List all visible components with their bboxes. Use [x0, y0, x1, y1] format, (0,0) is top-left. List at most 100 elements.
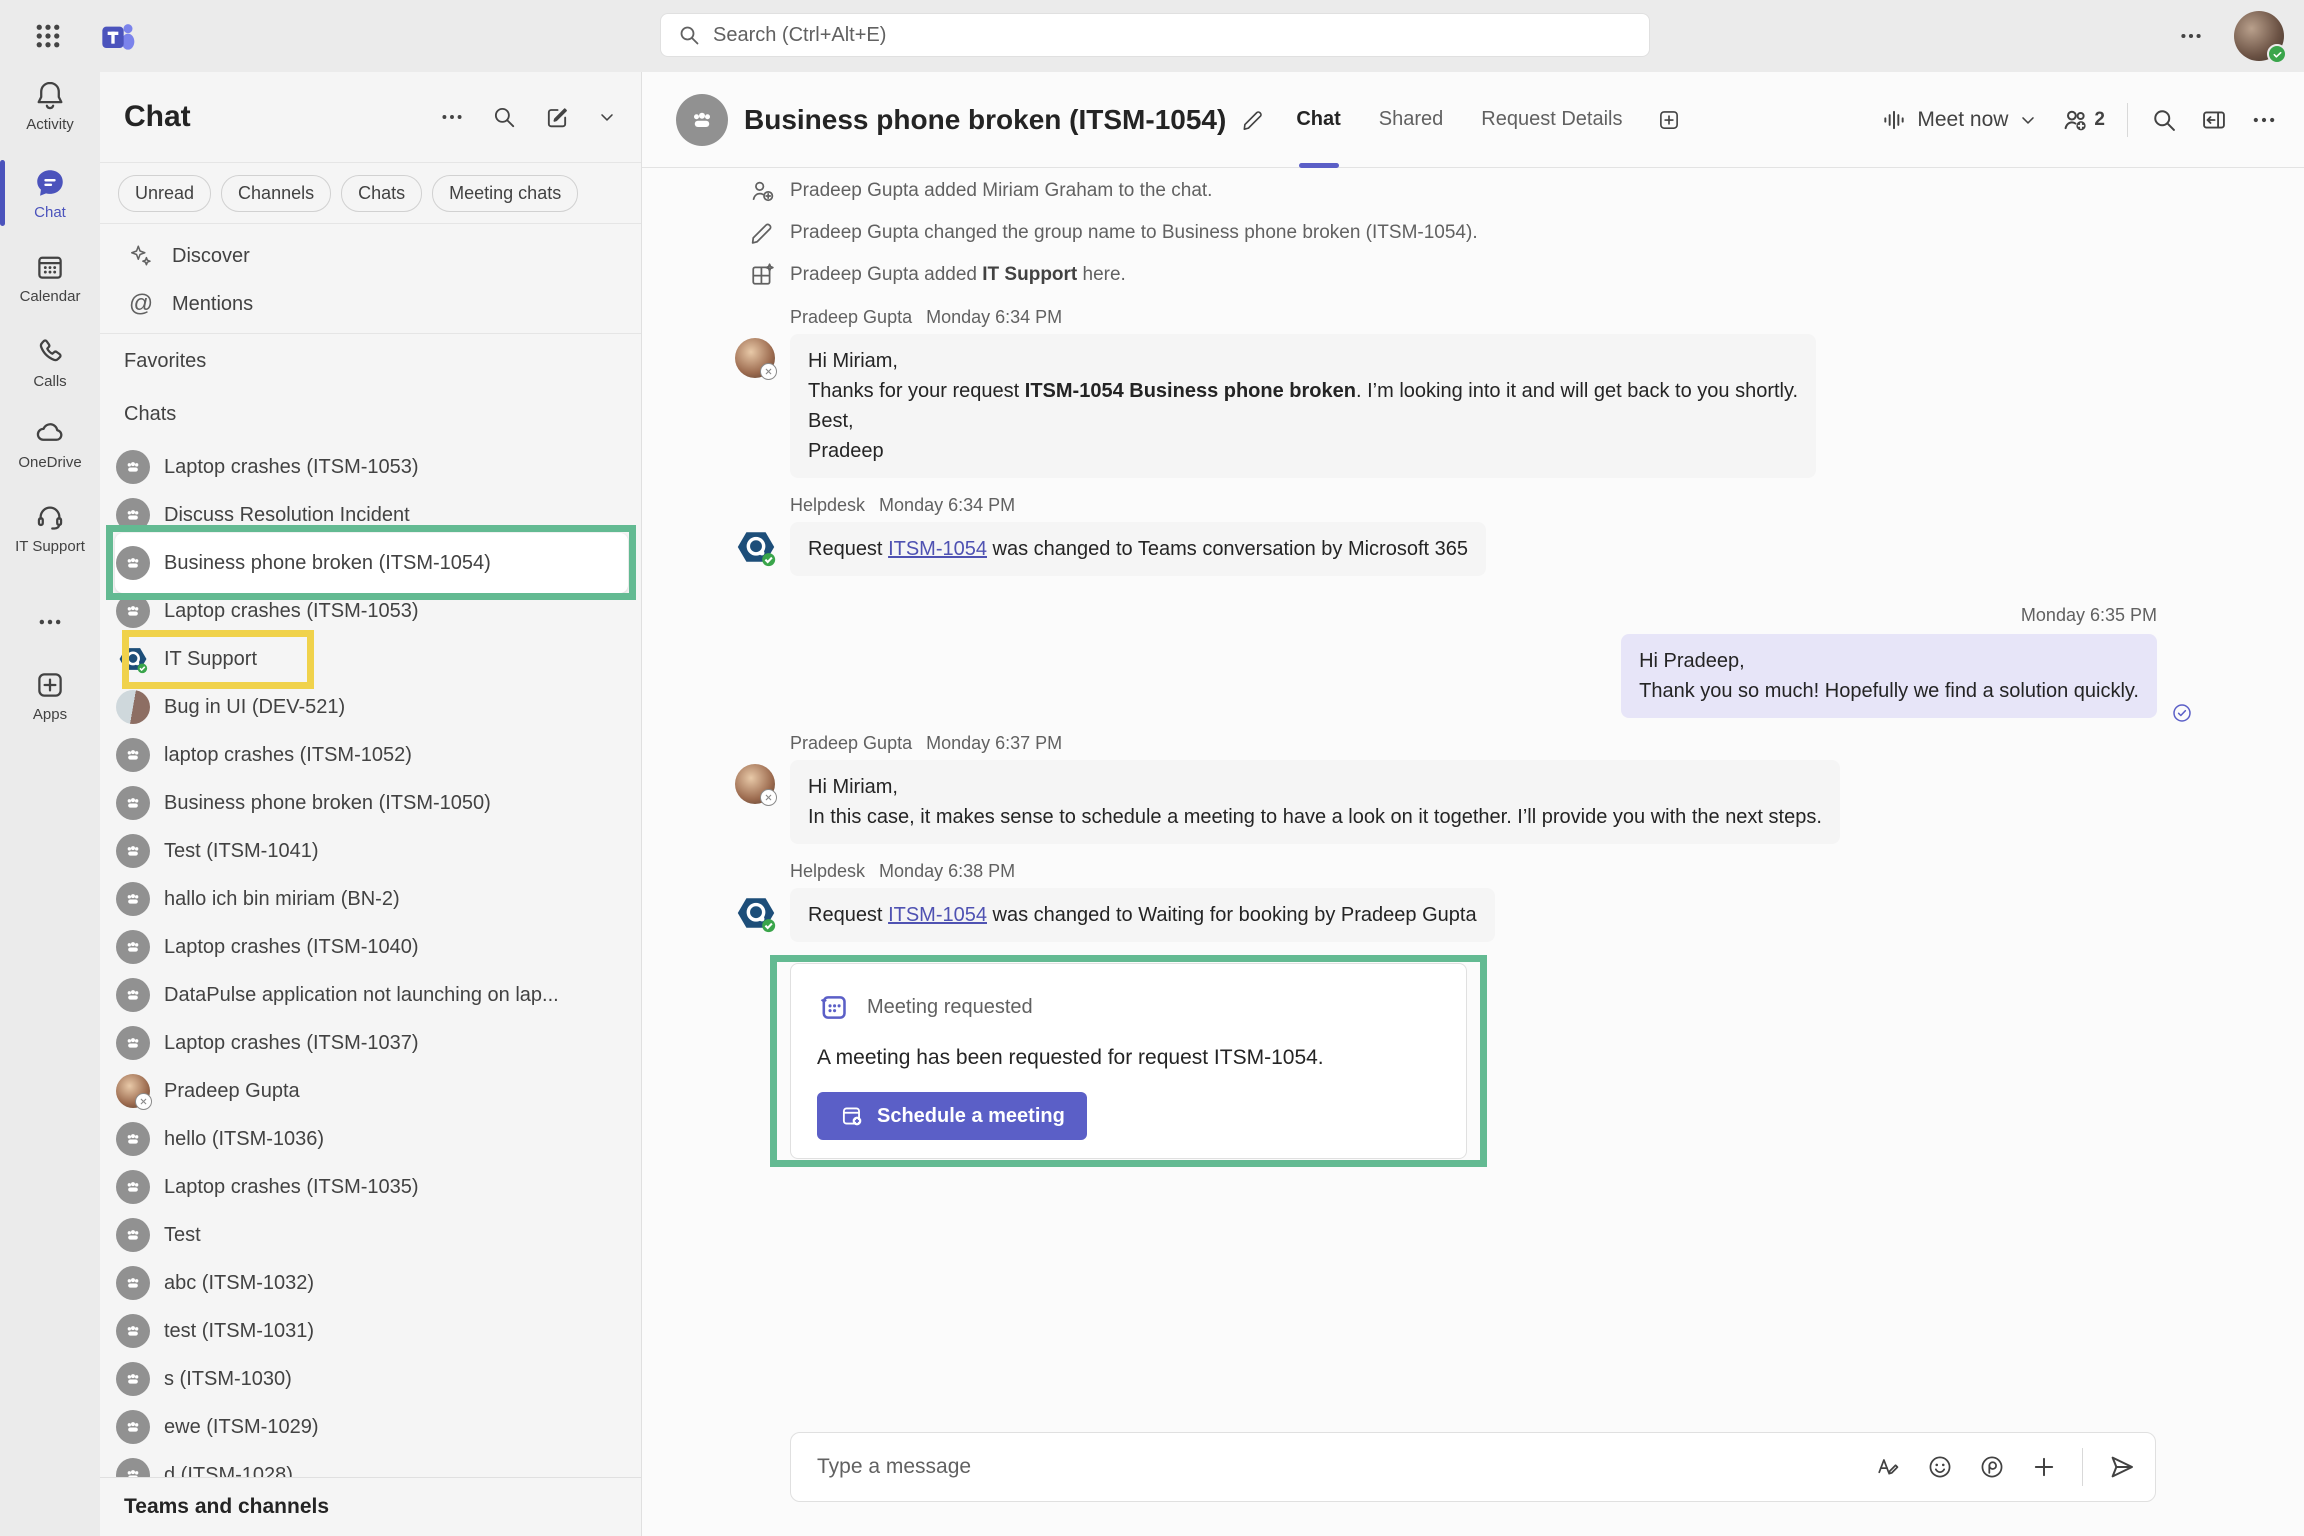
- rail-item-onedrive[interactable]: OneDrive: [0, 416, 100, 471]
- group-avatar: [116, 594, 150, 628]
- new-chat-chevron-icon[interactable]: [597, 107, 617, 127]
- group-avatar: [116, 450, 150, 484]
- search-icon: [677, 23, 701, 47]
- helpdesk-bot-avatar[interactable]: [733, 524, 779, 570]
- search-in-chat-icon[interactable]: [2150, 106, 2178, 134]
- meet-now-button[interactable]: Meet now: [1881, 107, 2038, 133]
- send-icon[interactable]: [2107, 1452, 2137, 1482]
- chat-icon: [33, 166, 67, 200]
- message-bubble[interactable]: Request ITSM-1054 was changed to Waiting…: [790, 888, 1495, 942]
- search-input[interactable]: [713, 24, 1633, 47]
- duo-photo-avatar: [116, 690, 150, 724]
- chat-pane: Business phone broken (ITSM-1054) Chat S…: [642, 72, 2304, 1536]
- chat-list-item[interactable]: Discuss Resolution Incident: [100, 491, 640, 539]
- tab-chat[interactable]: Chat: [1296, 72, 1340, 168]
- rail-item-apps[interactable]: Apps: [0, 668, 100, 723]
- presence-offline-badge: [760, 363, 777, 380]
- rail-label: OneDrive: [18, 454, 81, 471]
- open-side-pane-icon[interactable]: [2200, 106, 2228, 134]
- chat-list-item[interactable]: Bug in UI (DEV-521): [100, 683, 640, 731]
- rail-item-activity[interactable]: Activity: [0, 78, 100, 133]
- request-link[interactable]: ITSM-1054: [888, 538, 987, 560]
- message-bubble[interactable]: Hi Miriam, Thanks for your request ITSM-…: [790, 334, 1816, 478]
- chat-list-item[interactable]: abc (ITSM-1032): [100, 1259, 640, 1307]
- bot-avatar: [116, 642, 150, 676]
- chat-list-item-selected[interactable]: Business phone broken (ITSM-1054): [100, 539, 640, 587]
- rail-item-chat[interactable]: Chat: [0, 166, 100, 221]
- sender-avatar[interactable]: [735, 764, 775, 804]
- chat-list-item[interactable]: ewe (ITSM-1029): [100, 1403, 640, 1451]
- chat-list-item[interactable]: Laptop crashes (ITSM-1037): [100, 1019, 640, 1067]
- group-avatar: [116, 1458, 150, 1477]
- filter-pill-chats[interactable]: Chats: [341, 175, 422, 212]
- request-link[interactable]: ITSM-1054: [888, 904, 987, 926]
- chat-list-item[interactable]: laptop crashes (ITSM-1052): [100, 731, 640, 779]
- chat-more-icon[interactable]: [2250, 106, 2278, 134]
- group-avatar: [116, 1314, 150, 1348]
- rail-item-calendar[interactable]: Calendar: [0, 250, 100, 305]
- chat-title: Business phone broken (ITSM-1054): [744, 104, 1226, 136]
- sidebar-item-label: Discover: [172, 245, 250, 268]
- attach-plus-icon[interactable]: [2030, 1453, 2058, 1481]
- message-meta: Pradeep Gupta Monday 6:34 PM: [790, 307, 1062, 328]
- chat-list-item[interactable]: Laptop crashes (ITSM-1040): [100, 923, 640, 971]
- chat-list-item[interactable]: DataPulse application not launching on l…: [100, 971, 640, 1019]
- global-search[interactable]: [660, 13, 1650, 57]
- chat-list-item[interactable]: Laptop crashes (ITSM-1053): [100, 587, 640, 635]
- format-icon[interactable]: [1874, 1453, 1902, 1481]
- chats-section-header[interactable]: Chats: [124, 403, 176, 426]
- chat-list-item[interactable]: Business phone broken (ITSM-1050): [100, 779, 640, 827]
- sidebar-item-discover[interactable]: Discover: [100, 232, 641, 280]
- group-chat-avatar[interactable]: [676, 94, 728, 146]
- sidebar-item-mentions[interactable]: @ Mentions: [100, 280, 641, 328]
- chat-filter-more-icon[interactable]: [439, 104, 465, 130]
- app-launcher-icon[interactable]: [30, 18, 66, 54]
- emoji-icon[interactable]: [1926, 1453, 1954, 1481]
- group-avatar: [116, 1410, 150, 1444]
- participants-button[interactable]: 2: [2060, 105, 2105, 135]
- chat-list-item[interactable]: Laptop crashes (ITSM-1053): [100, 443, 640, 491]
- schedule-meeting-button[interactable]: Schedule a meeting: [817, 1092, 1087, 1140]
- chat-list-item-pradeep[interactable]: Pradeep Gupta: [100, 1067, 640, 1115]
- headset-icon: [33, 500, 67, 534]
- filter-pill-channels[interactable]: Channels: [221, 175, 331, 212]
- card-body: A meeting has been requested for request…: [817, 1046, 1440, 1070]
- helpdesk-bot-avatar[interactable]: [733, 890, 779, 936]
- rail-item-calls[interactable]: Calls: [0, 335, 100, 390]
- message-bubble[interactable]: Request ITSM-1054 was changed to Teams c…: [790, 522, 1486, 576]
- rail-item-it-support[interactable]: IT Support: [0, 500, 100, 555]
- favorites-section-header[interactable]: Favorites: [124, 350, 206, 373]
- tab-shared[interactable]: Shared: [1379, 72, 1444, 168]
- message-bubble[interactable]: Hi Miriam, In this case, it makes sense …: [790, 760, 1840, 844]
- chat-list-item[interactable]: Test (ITSM-1041): [100, 827, 640, 875]
- read-receipt-icon: [2170, 701, 2194, 725]
- loop-icon[interactable]: [1978, 1453, 2006, 1481]
- chat-list-item[interactable]: test (ITSM-1031): [100, 1307, 640, 1355]
- rail-more-icon[interactable]: [0, 608, 100, 636]
- message-input[interactable]: [817, 1455, 1874, 1479]
- chat-list-item[interactable]: Laptop crashes (ITSM-1035): [100, 1163, 640, 1211]
- add-tab-icon[interactable]: [1656, 107, 1682, 133]
- chat-list-item[interactable]: hallo ich bin miriam (BN-2): [100, 875, 640, 923]
- sender-avatar[interactable]: [735, 338, 775, 378]
- filter-pill-meeting-chats[interactable]: Meeting chats: [432, 175, 578, 212]
- topbar-more-icon[interactable]: [2174, 24, 2208, 48]
- chat-list-item[interactable]: Test: [100, 1211, 640, 1259]
- chat-search-icon[interactable]: [491, 104, 517, 130]
- user-avatar[interactable]: [2234, 11, 2284, 61]
- chat-tabs: Chat Shared Request Details: [1296, 72, 1622, 168]
- filter-pill-unread[interactable]: Unread: [118, 175, 211, 212]
- teams-and-channels-footer[interactable]: Teams and channels: [100, 1477, 641, 1536]
- card-title: Meeting requested: [867, 996, 1033, 1019]
- new-chat-icon[interactable]: [543, 103, 571, 131]
- edit-name-icon[interactable]: [1240, 107, 1266, 133]
- meet-now-chevron-icon[interactable]: [2018, 110, 2038, 130]
- group-avatar: [116, 1170, 150, 1204]
- chat-list-item[interactable]: hello (ITSM-1036): [100, 1115, 640, 1163]
- message-composer[interactable]: [790, 1432, 2156, 1502]
- chat-list-item[interactable]: d (ITSM-1028): [100, 1451, 640, 1477]
- own-message-bubble[interactable]: Hi Pradeep, Thank you so much! Hopefully…: [1621, 634, 2157, 718]
- tab-request-details[interactable]: Request Details: [1481, 72, 1622, 168]
- chat-list-item[interactable]: s (ITSM-1030): [100, 1355, 640, 1403]
- chat-list-item-it-support[interactable]: IT Support: [100, 635, 640, 683]
